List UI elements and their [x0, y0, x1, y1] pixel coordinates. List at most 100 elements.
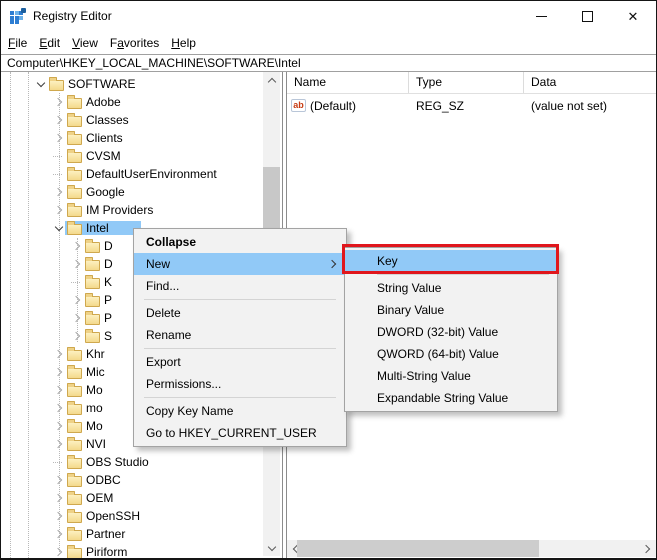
chevron-right-icon[interactable] [53, 96, 65, 108]
title-bar: Registry Editor ✕ [1, 1, 656, 31]
no-chevron [71, 276, 83, 288]
address-bar[interactable]: Computer\HKEY_LOCAL_MACHINE\SOFTWARE\Int… [1, 54, 656, 72]
minimize-button[interactable] [518, 1, 564, 31]
tree-item-classes[interactable]: Classes [1, 111, 282, 129]
tree-item-label: Intel [86, 221, 109, 235]
context-menu-new[interactable]: New [134, 253, 346, 275]
context-menu-collapse[interactable]: Collapse [134, 231, 346, 253]
tree-item-defaultuserenvironment[interactable]: DefaultUserEnvironment [1, 165, 282, 183]
tree-item-oem[interactable]: OEM [1, 489, 282, 507]
tree-item-label: Clients [86, 131, 123, 145]
scroll-up-arrow[interactable] [263, 72, 280, 89]
tree-item-label: OEM [86, 491, 114, 505]
maximize-button[interactable] [564, 1, 610, 31]
submenu-dword-value[interactable]: DWORD (32-bit) Value [345, 321, 557, 343]
maximize-icon [581, 10, 593, 22]
context-menu-delete[interactable]: Delete [134, 302, 346, 324]
chevron-right-icon[interactable] [53, 438, 65, 450]
tree-item-clients[interactable]: Clients [1, 129, 282, 147]
chevron-right-icon[interactable] [53, 510, 65, 522]
chevron-right-icon[interactable] [53, 384, 65, 396]
menu-edit[interactable]: Edit [33, 33, 66, 53]
menu-view[interactable]: View [66, 33, 104, 53]
address-path: Computer\HKEY_LOCAL_MACHINE\SOFTWARE\Int… [7, 56, 301, 70]
folder-icon [67, 130, 82, 145]
scroll-right-arrow[interactable] [638, 540, 655, 557]
submenu-expandable-string-value[interactable]: Expandable String Value [345, 387, 557, 409]
chevron-right-icon[interactable] [53, 186, 65, 198]
value-row-default[interactable]: ab (Default) REG_SZ (value not set) [287, 96, 656, 115]
chevron-right-icon[interactable] [53, 420, 65, 432]
context-menu-go-to-hkcu[interactable]: Go to HKEY_CURRENT_USER [134, 422, 346, 444]
submenu-multi-string-value[interactable]: Multi-String Value [345, 365, 557, 387]
tree-item-label: Partner [86, 527, 126, 541]
folder-icon [67, 418, 82, 433]
value-type: REG_SZ [416, 98, 465, 113]
context-menu-copy-key-name[interactable]: Copy Key Name [134, 400, 346, 422]
tree-item-obs-studio[interactable]: OBS Studio [1, 453, 282, 471]
tree-item-odbc[interactable]: ODBC [1, 471, 282, 489]
folder-icon [67, 220, 82, 235]
chevron-right-icon[interactable] [53, 528, 65, 540]
folder-icon [67, 166, 82, 181]
context-menu-permissions[interactable]: Permissions... [134, 373, 346, 395]
context-menu-find[interactable]: Find... [134, 275, 346, 297]
tree-item-piriform[interactable]: Piriform [1, 543, 282, 558]
context-menu-export[interactable]: Export [134, 351, 346, 373]
tree-item-partner[interactable]: Partner [1, 525, 282, 543]
values-horizontal-scrollbar[interactable] [287, 540, 656, 557]
column-header-type[interactable]: Type [409, 72, 524, 93]
close-button[interactable]: ✕ [610, 1, 656, 31]
submenu-binary-value[interactable]: Binary Value [345, 299, 557, 321]
folder-icon [67, 544, 82, 558]
tree-item-label: Mo [86, 383, 103, 397]
chevron-right-icon[interactable] [71, 258, 83, 270]
tree-item-openssh[interactable]: OpenSSH [1, 507, 282, 525]
tree-item-label: DefaultUserEnvironment [86, 167, 217, 181]
chevron-right-icon[interactable] [53, 402, 65, 414]
tree-item-label: Adobe [86, 95, 121, 109]
tree-item-label: NVI [86, 437, 107, 451]
folder-icon [85, 310, 100, 325]
menu-separator [144, 397, 336, 398]
chevron-right-icon[interactable] [71, 330, 83, 342]
context-menu-rename[interactable]: Rename [134, 324, 346, 346]
chevron-right-icon[interactable] [53, 114, 65, 126]
submenu-qword-value[interactable]: QWORD (64-bit) Value [345, 343, 557, 365]
scrollbar-thumb[interactable] [297, 540, 539, 557]
tree-item-label: SOFTWARE [68, 77, 136, 91]
chevron-right-icon[interactable] [53, 546, 65, 558]
window-title: Registry Editor [33, 9, 112, 23]
tree-item-adobe[interactable]: Adobe [1, 93, 282, 111]
chevron-right-icon[interactable] [71, 294, 83, 306]
chevron-right-icon[interactable] [71, 312, 83, 324]
scroll-down-arrow[interactable] [263, 539, 280, 556]
chevron-down-icon[interactable] [35, 78, 47, 90]
folder-icon [67, 454, 82, 469]
new-submenu: Key String Value Binary Value DWORD (32-… [344, 247, 558, 412]
folder-icon [85, 274, 100, 289]
chevron-down-icon[interactable] [53, 222, 65, 234]
chevron-right-icon[interactable] [53, 366, 65, 378]
chevron-right-icon[interactable] [53, 204, 65, 216]
column-header-data[interactable]: Data [524, 72, 656, 93]
menu-file[interactable]: File [2, 33, 33, 53]
menu-favorites[interactable]: Favorites [104, 33, 165, 53]
tree-item-cvsm[interactable]: CVSM [1, 147, 282, 165]
submenu-string-value[interactable]: String Value [345, 277, 557, 299]
chevron-right-icon[interactable] [53, 474, 65, 486]
tree-item-im-providers[interactable]: IM Providers [1, 201, 282, 219]
chevron-right-icon[interactable] [53, 492, 65, 504]
folder-icon [67, 382, 82, 397]
submenu-key[interactable]: Key [345, 250, 557, 272]
tree-item-software[interactable]: SOFTWARE [1, 75, 282, 93]
chevron-right-icon[interactable] [53, 132, 65, 144]
registry-editor-icon [10, 8, 26, 24]
tree-item-google[interactable]: Google [1, 183, 282, 201]
folder-icon [49, 76, 64, 91]
column-header-name[interactable]: Name [287, 72, 409, 93]
menu-help[interactable]: Help [165, 33, 202, 53]
chevron-right-icon[interactable] [53, 348, 65, 360]
chevron-right-icon[interactable] [71, 240, 83, 252]
tree-item-label: OpenSSH [86, 509, 141, 523]
